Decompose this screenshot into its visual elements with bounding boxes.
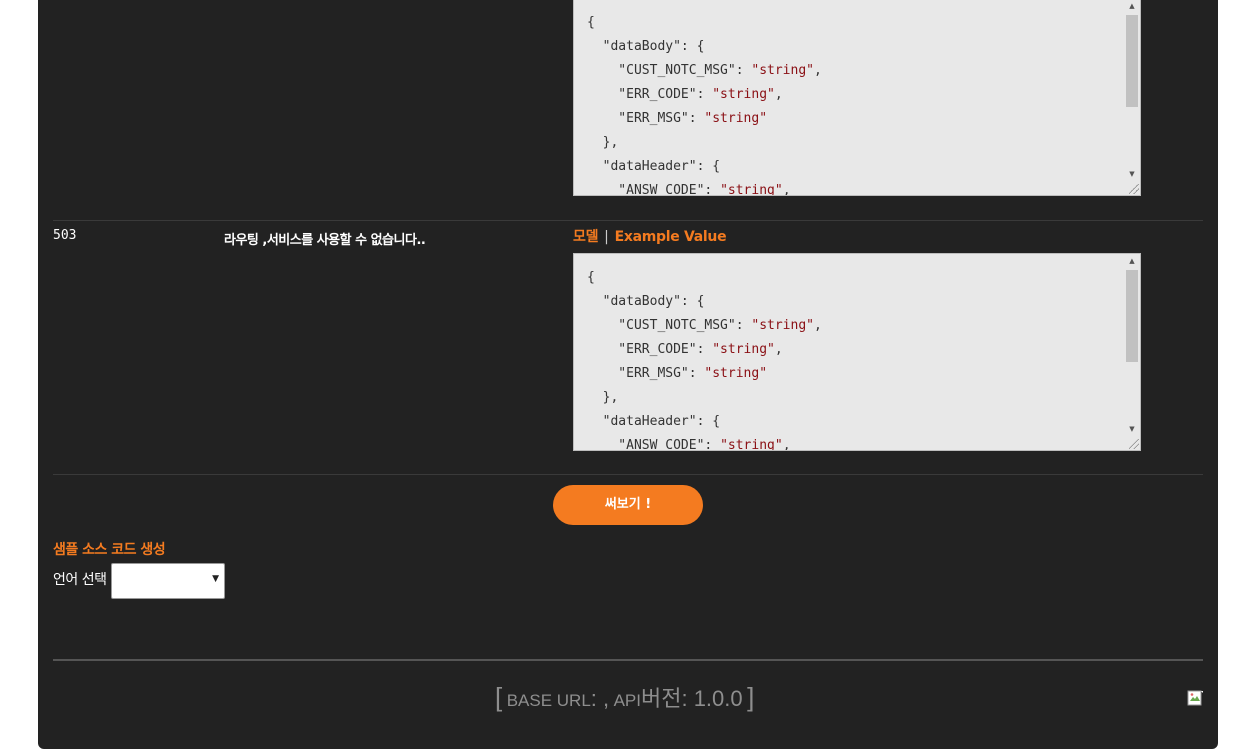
code-string-token: "string" bbox=[751, 63, 814, 78]
footer-info: [ BASE URL: , API버전: 1.0.0 ] bbox=[495, 681, 754, 713]
base-url-label: BASE URL bbox=[506, 691, 591, 710]
scroll-up-arrow-icon[interactable]: ▲ bbox=[1124, 254, 1140, 268]
base-url-separator: : , bbox=[590, 686, 610, 711]
code-token: , bbox=[782, 183, 791, 196]
code-token: "dataBody": { bbox=[587, 39, 705, 54]
code-line: "ERR_CODE": "string", bbox=[587, 83, 1140, 107]
code-line: "dataHeader": { bbox=[587, 155, 1140, 179]
resize-grip-icon[interactable] bbox=[1129, 184, 1139, 194]
code-token: , bbox=[814, 318, 822, 333]
language-select[interactable]: ▼ bbox=[111, 563, 225, 599]
scroll-down-arrow-icon[interactable]: ▼ bbox=[1124, 167, 1140, 181]
code-line: "CUST_NOTC_MSG": "string", bbox=[587, 59, 1140, 83]
code-token: , bbox=[774, 342, 783, 357]
code-string-token: "string" bbox=[720, 183, 783, 196]
response-description: 라우팅 ,서비스를 사용할 수 없습니다.. bbox=[224, 233, 426, 248]
code-line: "ERR_MSG": "string" bbox=[587, 362, 1140, 386]
footer-divider bbox=[53, 659, 1203, 661]
resize-grip-icon[interactable] bbox=[1129, 439, 1139, 449]
version-value: : 1.0.0 bbox=[681, 686, 743, 711]
code-token: }, bbox=[587, 390, 619, 405]
code-token: { bbox=[587, 270, 595, 285]
code-string-token: "string" bbox=[712, 342, 775, 357]
row-divider bbox=[53, 474, 1203, 475]
code-token: , bbox=[814, 63, 822, 78]
code-token: "ERR_CODE": bbox=[587, 87, 713, 102]
code-string-token: "string" bbox=[704, 366, 768, 381]
code-line: }, bbox=[587, 131, 1140, 155]
response-example-box-503[interactable]: { "dataBody": { "CUST_NOTC_MSG": "string… bbox=[573, 253, 1141, 451]
code-string-token: "string" bbox=[751, 318, 814, 333]
code-token: "ERR_MSG": bbox=[587, 366, 705, 381]
code-line: "dataHeader": { bbox=[587, 410, 1140, 434]
code-token: , bbox=[774, 87, 783, 102]
footer-close-bracket: ] bbox=[747, 682, 755, 712]
tab-example-value[interactable]: Example Value bbox=[615, 229, 727, 245]
code-line: "dataBody": { bbox=[587, 35, 1140, 59]
code-token: "ANSW_CODE": bbox=[587, 438, 721, 451]
code-line: { bbox=[587, 11, 1140, 35]
row-divider bbox=[53, 220, 1203, 221]
scrollbar[interactable]: ▲ ▼ bbox=[1124, 0, 1140, 195]
response-example-box-1[interactable]: { "dataBody": { "CUST_NOTC_MSG": "string… bbox=[573, 0, 1141, 196]
chevron-down-icon: ▼ bbox=[212, 574, 219, 584]
code-token: "CUST_NOTC_MSG": bbox=[587, 318, 752, 333]
code-line: "ERR_MSG": "string" bbox=[587, 107, 1140, 131]
scrollbar[interactable]: ▲ ▼ bbox=[1124, 254, 1140, 450]
broken-image-icon bbox=[1187, 690, 1203, 706]
code-line: "ANSW_CODE": "string", bbox=[587, 179, 1140, 196]
language-select-label: 언어 선택 bbox=[53, 572, 107, 588]
footer-open-bracket: [ bbox=[495, 682, 503, 712]
code-token: , bbox=[782, 438, 791, 451]
code-token: "ERR_CODE": bbox=[587, 342, 713, 357]
code-line: "dataBody": { bbox=[587, 290, 1140, 314]
response-example-code-503: { "dataBody": { "CUST_NOTC_MSG": "string… bbox=[574, 254, 1140, 451]
response-tabs: 모델 | Example Value bbox=[573, 226, 727, 246]
version-label: 버전 bbox=[640, 686, 682, 711]
tab-separator: | bbox=[604, 229, 609, 245]
code-token: "dataHeader": { bbox=[587, 159, 721, 174]
code-line: }, bbox=[587, 386, 1140, 410]
code-string-token: "string" bbox=[720, 438, 783, 451]
code-token: "ANSW_CODE": bbox=[587, 183, 721, 196]
response-example-code-1: { "dataBody": { "CUST_NOTC_MSG": "string… bbox=[574, 0, 1140, 196]
try-it-out-button[interactable]: 써보기 ! bbox=[553, 485, 703, 525]
tab-model[interactable]: 모델 bbox=[573, 229, 598, 245]
scroll-thumb[interactable] bbox=[1126, 270, 1138, 362]
code-token: "ERR_MSG": bbox=[587, 111, 705, 126]
code-token: "CUST_NOTC_MSG": bbox=[587, 63, 752, 78]
code-token: "dataHeader": { bbox=[587, 414, 721, 429]
code-token: { bbox=[587, 15, 595, 30]
code-line: { bbox=[587, 266, 1140, 290]
code-token: }, bbox=[587, 135, 619, 150]
response-code-503: 503 bbox=[53, 228, 77, 243]
code-token: "dataBody": { bbox=[587, 294, 705, 309]
code-line: "ERR_CODE": "string", bbox=[587, 338, 1140, 362]
code-line: "CUST_NOTC_MSG": "string", bbox=[587, 314, 1140, 338]
scroll-up-arrow-icon[interactable]: ▲ bbox=[1124, 0, 1140, 13]
scroll-thumb[interactable] bbox=[1126, 15, 1138, 107]
scroll-down-arrow-icon[interactable]: ▼ bbox=[1124, 422, 1140, 436]
api-label: API bbox=[613, 691, 641, 710]
sample-source-title: 샘플 소스 코드 생성 bbox=[53, 542, 166, 558]
code-line: "ANSW_CODE": "string", bbox=[587, 434, 1140, 451]
code-string-token: "string" bbox=[704, 111, 768, 126]
code-string-token: "string" bbox=[712, 87, 775, 102]
